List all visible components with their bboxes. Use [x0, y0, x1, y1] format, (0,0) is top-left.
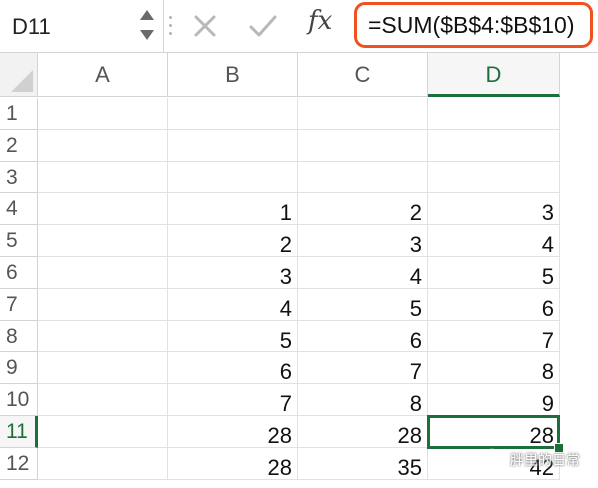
- checkmark-icon: [249, 15, 277, 37]
- spreadsheet-grid: ABCD 1 2 3 4 5 6 7 8 9 10 11 12 1232343454565676787…: [0, 53, 598, 484]
- cell-b5[interactable]: 2: [168, 225, 298, 257]
- cell-d10[interactable]: 9: [428, 384, 560, 416]
- name-box[interactable]: D11: [0, 0, 164, 52]
- cell-a4[interactable]: [38, 193, 168, 226]
- enter-button[interactable]: [246, 11, 280, 41]
- formula-text[interactable]: =SUM($B$4:$B$10): [368, 12, 574, 39]
- cell-c9[interactable]: 7: [298, 352, 428, 384]
- cell-a11[interactable]: [38, 416, 168, 448]
- drag-handle-icon[interactable]: [168, 14, 174, 38]
- cell-b11[interactable]: 28: [168, 416, 298, 448]
- cell-d4[interactable]: 3: [428, 193, 560, 225]
- wechat-logo-icon: [483, 448, 507, 466]
- cell-b2[interactable]: [168, 129, 298, 162]
- watermark-text: 胖里的日常: [510, 452, 580, 468]
- cell-b3[interactable]: [168, 161, 298, 194]
- cell-b4[interactable]: 1: [168, 193, 298, 225]
- row-header-9[interactable]: 9: [0, 352, 38, 385]
- name-box-stepper[interactable]: [136, 6, 158, 46]
- cell-c11[interactable]: 28: [298, 416, 428, 448]
- column-header-b[interactable]: B: [168, 53, 298, 97]
- cell-c1[interactable]: [298, 98, 428, 130]
- row-header-2[interactable]: 2: [0, 129, 38, 162]
- cell-d3[interactable]: [428, 161, 560, 194]
- cell-a9[interactable]: [38, 352, 168, 385]
- fx-icon: fx: [308, 6, 333, 36]
- cell-c10[interactable]: 8: [298, 384, 428, 416]
- cell-c4[interactable]: 2: [298, 193, 428, 225]
- column-header-a[interactable]: A: [38, 53, 168, 97]
- cell-c12[interactable]: 35: [298, 447, 428, 480]
- cell-c5[interactable]: 3: [298, 225, 428, 257]
- column-header-d[interactable]: D: [428, 53, 560, 97]
- cell-a1[interactable]: [38, 98, 168, 130]
- column-header-c[interactable]: C: [298, 53, 428, 97]
- cell-c8[interactable]: 6: [298, 320, 428, 353]
- cell-b9[interactable]: 6: [168, 352, 298, 384]
- close-icon: [194, 15, 216, 37]
- cancel-button[interactable]: [190, 11, 220, 41]
- cell-b10[interactable]: 7: [168, 384, 298, 416]
- cell-b1[interactable]: [168, 98, 298, 130]
- cell-d5[interactable]: 4: [428, 225, 560, 257]
- cell-a3[interactable]: [38, 161, 168, 194]
- row-header-3[interactable]: 3: [0, 161, 38, 194]
- cell-c2[interactable]: [298, 129, 428, 162]
- cell-d7[interactable]: 6: [428, 288, 560, 321]
- cell-a10[interactable]: [38, 384, 168, 416]
- row-header-5[interactable]: 5: [0, 225, 38, 257]
- cell-a6[interactable]: [38, 257, 168, 289]
- row-header-8[interactable]: 8: [0, 320, 38, 353]
- chevron-up-icon[interactable]: [140, 10, 154, 20]
- cell-d2[interactable]: [428, 129, 560, 162]
- cell-c6[interactable]: 4: [298, 257, 428, 289]
- cell-d1[interactable]: [428, 98, 560, 130]
- cell-d9[interactable]: 8: [428, 352, 560, 384]
- cell-c3[interactable]: [298, 161, 428, 194]
- insert-function-button[interactable]: fx: [308, 6, 344, 44]
- select-all-button[interactable]: [0, 53, 38, 97]
- cell-b7[interactable]: 4: [168, 288, 298, 321]
- row-header-4[interactable]: 4: [0, 193, 38, 226]
- cell-c7[interactable]: 5: [298, 288, 428, 321]
- chevron-down-icon[interactable]: [140, 30, 154, 40]
- row-header-10[interactable]: 10: [0, 384, 38, 416]
- cell-b6[interactable]: 3: [168, 257, 298, 289]
- name-box-value[interactable]: D11: [12, 14, 51, 40]
- cell-d11[interactable]: 28: [428, 416, 560, 448]
- formula-input[interactable]: =SUM($B$4:$B$10): [354, 2, 593, 48]
- cell-d6[interactable]: 5: [428, 257, 560, 289]
- cell-a5[interactable]: [38, 225, 168, 257]
- cell-a2[interactable]: [38, 129, 168, 162]
- cell-b12[interactable]: 28: [168, 447, 298, 480]
- cell-d8[interactable]: 7: [428, 320, 560, 353]
- cell-a12[interactable]: [38, 447, 168, 480]
- row-header-1[interactable]: 1: [0, 98, 38, 130]
- cell-a8[interactable]: [38, 320, 168, 353]
- row-header-11[interactable]: 11: [0, 416, 38, 448]
- formula-bar: D11 fx =SUM($B$4:$B$10): [0, 0, 598, 53]
- select-all-icon: [11, 70, 33, 92]
- row-header-6[interactable]: 6: [0, 257, 38, 289]
- cell-b8[interactable]: 5: [168, 320, 298, 353]
- cell-a7[interactable]: [38, 288, 168, 321]
- row-header-7[interactable]: 7: [0, 288, 38, 321]
- row-header-12[interactable]: 12: [0, 447, 38, 480]
